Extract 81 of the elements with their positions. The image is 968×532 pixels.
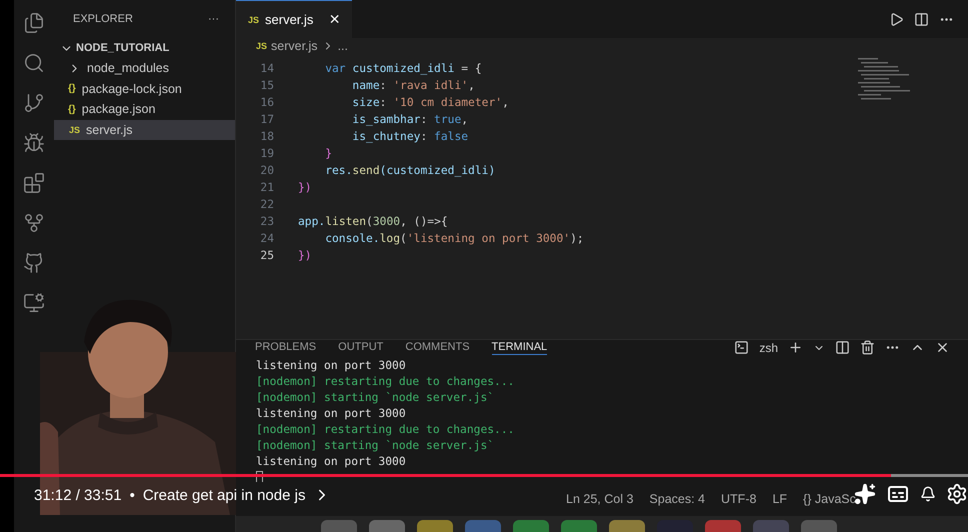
terminal-line: listening on port 3000 — [256, 359, 407, 374]
github-icon[interactable] — [23, 252, 45, 274]
terminal-line: [nodemon] starting `node server.js` — [256, 439, 496, 454]
add-icon[interactable] — [788, 340, 803, 355]
dock-app-icon[interactable] — [369, 520, 405, 532]
terminal-icon[interactable] — [734, 340, 750, 355]
terminal-line: listening on port 3000 — [256, 407, 407, 422]
status-item[interactable]: LF — [772, 492, 788, 506]
run-icon[interactable] — [889, 12, 904, 26]
code-line: size: '10 cm diameter', — [351, 96, 509, 109]
dock-app-icon[interactable] — [609, 520, 645, 532]
terminal-line: listening on port 3000 — [256, 455, 407, 470]
panel-tab[interactable]: TERMINAL — [492, 340, 548, 355]
js-icon: JS — [256, 41, 268, 51]
code-line: name: 'rava idli', — [351, 79, 475, 92]
line-number: 22 — [259, 198, 274, 211]
file-item[interactable]: JS server.js — [54, 120, 235, 140]
language-mode[interactable]: {} JavaSc — [803, 492, 856, 506]
bell-icon[interactable] — [920, 486, 936, 502]
split-icon[interactable] — [835, 340, 850, 355]
split-editor-icon[interactable] — [914, 12, 929, 26]
files-icon[interactable] — [23, 12, 45, 34]
panel-tab[interactable]: PROBLEMS — [255, 340, 316, 355]
project-name[interactable]: NODE_TUTORIAL — [76, 42, 170, 54]
run-debug-icon[interactable] — [23, 132, 45, 154]
status-item[interactable]: Ln 25, Col 3 — [566, 492, 634, 506]
breadcrumb-file[interactable]: server.js — [271, 39, 318, 53]
line-number: 19 — [259, 147, 274, 160]
json-icon: {} — [68, 83, 76, 94]
extensions-icon[interactable] — [23, 172, 45, 194]
separator-dot: • — [130, 486, 135, 504]
js-icon: JS — [69, 124, 80, 135]
status-item[interactable]: UTF-8 — [721, 492, 756, 506]
json-icon: {} — [68, 104, 76, 115]
remote-icon[interactable] — [23, 292, 45, 314]
line-number: 24 — [259, 232, 274, 245]
line-number: 17 — [259, 113, 274, 126]
chapter-title[interactable]: Create get api in node js — [142, 486, 306, 504]
terminal-line: [nodemon] restarting due to changes... — [256, 375, 516, 390]
panel-tab[interactable]: OUTPUT — [338, 340, 384, 355]
file-item[interactable]: {} package-lock.json — [54, 78, 235, 99]
dock-app-icon[interactable] — [561, 520, 597, 532]
breadcrumb-more[interactable]: ... — [338, 39, 348, 53]
sidebar-title: EXPLORER — [73, 13, 133, 25]
code-line: }) — [298, 249, 312, 262]
status-item[interactable]: Spaces: 4 — [649, 492, 706, 506]
line-number: 23 — [259, 215, 274, 228]
line-number: 14 — [259, 62, 274, 75]
line-number: 15 — [259, 79, 274, 92]
branch-icon[interactable] — [23, 212, 45, 234]
video-time: 31:12 / 33:51 — [34, 486, 122, 504]
file-item[interactable]: {} package.json — [54, 99, 235, 120]
dock-app-icon[interactable] — [417, 520, 453, 532]
code-line: is_sambhar: true, — [351, 113, 468, 126]
code-line: var customized_idli = { — [324, 62, 482, 75]
file-item[interactable]: node_modules — [54, 58, 235, 78]
dock-app-icon[interactable] — [513, 520, 549, 532]
terminal-line: [nodemon] restarting due to changes... — [256, 423, 516, 438]
line-number: 16 — [259, 96, 274, 109]
editor-tab[interactable]: JS server.js × — [236, 0, 352, 38]
more-button[interactable]: ··· — [208, 13, 219, 25]
code-line: console.log('listening on port 3000'); — [324, 232, 584, 245]
dock-app-icon[interactable] — [705, 520, 741, 532]
shell-name[interactable]: zsh — [759, 340, 778, 354]
line-number: 18 — [259, 130, 274, 143]
line-number: 20 — [259, 164, 274, 177]
search-icon[interactable] — [23, 52, 45, 74]
source-control-icon[interactable] — [23, 92, 45, 114]
code-line: app.listen(3000, ()=>{ — [298, 215, 448, 228]
settings-icon[interactable] — [946, 483, 968, 505]
code-line: is_chutney: false — [351, 130, 468, 143]
code-line: res.send(customized_idli) — [324, 164, 496, 177]
line-number: 25 — [259, 249, 274, 262]
trash-icon[interactable] — [860, 340, 875, 355]
line-number: 21 — [259, 181, 274, 194]
panel-tab[interactable]: COMMENTS — [405, 340, 470, 355]
sparkle-icon[interactable] — [854, 483, 876, 505]
terminal-line: [nodemon] starting `node server.js` — [256, 391, 496, 406]
code-line: }) — [298, 181, 312, 194]
code-line: } — [324, 147, 332, 160]
close-icon[interactable] — [935, 340, 950, 355]
